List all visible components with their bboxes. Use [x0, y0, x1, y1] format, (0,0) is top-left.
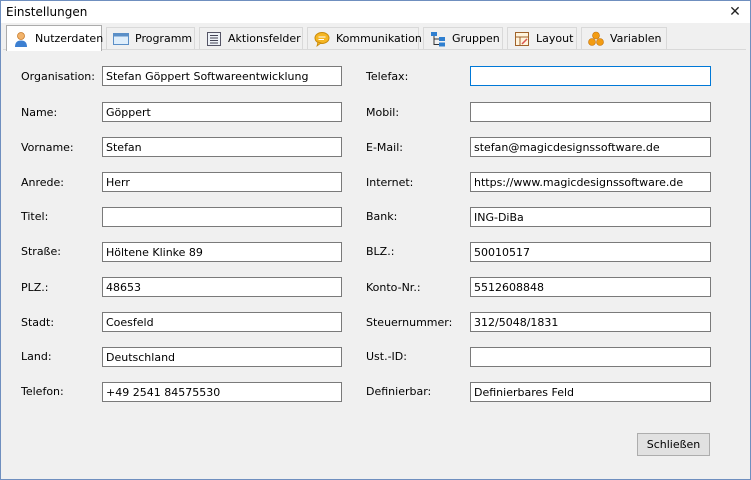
tab-nutzerdaten[interactable]: Nutzerdaten	[6, 25, 104, 51]
tab-label: Nutzerdaten	[35, 32, 104, 45]
variables-icon	[588, 31, 604, 47]
email-label: E-Mail:	[366, 141, 403, 154]
settings-dialog: Einstellungen ✕ Nutzerdaten Programm Akt…	[0, 0, 751, 480]
stadt-label: Stadt:	[21, 316, 55, 329]
name-field[interactable]	[102, 102, 342, 122]
steuernummer-label: Steuernummer:	[366, 316, 453, 329]
tab-label: Variablen	[610, 32, 662, 45]
tab-label: Programm	[135, 32, 193, 45]
speech-bubble-icon	[314, 31, 330, 47]
ust-id-field[interactable]	[470, 347, 711, 367]
tab-variablen[interactable]: Variablen	[581, 27, 667, 49]
bank-label: Bank:	[366, 210, 398, 223]
name-label: Name:	[21, 106, 58, 119]
konto-nr-field[interactable]	[470, 277, 711, 297]
tab-label: Gruppen	[452, 32, 500, 45]
tab-kommunikation[interactable]: Kommunikation	[307, 27, 422, 49]
strasse-label: Straße:	[21, 245, 61, 258]
konto-nr-label: Konto-Nr.:	[366, 281, 421, 294]
window-icon	[113, 31, 129, 47]
mobil-label: Mobil:	[366, 106, 400, 119]
organisation-field[interactable]	[102, 66, 342, 86]
plz-field[interactable]	[102, 277, 342, 297]
land-field[interactable]	[102, 347, 342, 367]
blz-field[interactable]	[470, 242, 711, 262]
telefon-field[interactable]	[102, 382, 342, 402]
nutzerdaten-panel: Organisation: Name: Vorname: Anrede: Tit…	[3, 50, 748, 477]
hierarchy-icon	[430, 31, 446, 47]
bank-field[interactable]	[470, 207, 711, 227]
blz-label: BLZ.:	[366, 245, 395, 258]
tab-label: Kommunikation	[336, 32, 422, 45]
title-bar: Einstellungen ✕	[1, 1, 750, 23]
close-icon[interactable]: ✕	[726, 3, 744, 21]
list-icon	[206, 31, 222, 47]
telefon-label: Telefon:	[21, 385, 64, 398]
tab-programm[interactable]: Programm	[106, 27, 195, 49]
tab-layout[interactable]: Layout	[507, 27, 577, 49]
definierbar-label: Definierbar:	[366, 385, 432, 398]
anrede-label: Anrede:	[21, 176, 65, 189]
internet-field[interactable]	[470, 172, 711, 192]
plz-label: PLZ.:	[21, 281, 49, 294]
tab-aktionsfelder[interactable]: Aktionsfelder	[199, 27, 303, 49]
tab-label: Layout	[536, 32, 574, 45]
telefax-field[interactable]	[470, 66, 711, 86]
ust-id-label: Ust.-ID:	[366, 350, 407, 363]
tab-strip: Nutzerdaten Programm Aktionsfelder Kommu…	[3, 25, 748, 51]
vorname-field[interactable]	[102, 137, 342, 157]
email-field[interactable]	[470, 137, 711, 157]
mobil-field[interactable]	[470, 102, 711, 122]
window-title: Einstellungen	[6, 5, 88, 19]
strasse-field[interactable]	[102, 242, 342, 262]
tab-label: Aktionsfelder	[228, 32, 301, 45]
land-label: Land:	[21, 350, 52, 363]
layout-icon	[514, 31, 530, 47]
steuernummer-field[interactable]	[470, 312, 711, 332]
anrede-field[interactable]	[102, 172, 342, 192]
titel-field[interactable]	[102, 207, 342, 227]
stadt-field[interactable]	[102, 312, 342, 332]
titel-label: Titel:	[21, 210, 49, 223]
telefax-label: Telefax:	[366, 70, 409, 83]
user-icon	[13, 31, 29, 47]
definierbar-field[interactable]	[470, 382, 711, 402]
close-button[interactable]: Schließen	[637, 433, 710, 456]
tab-gruppen[interactable]: Gruppen	[423, 27, 503, 49]
organisation-label: Organisation:	[21, 70, 95, 83]
vorname-label: Vorname:	[21, 141, 74, 154]
internet-label: Internet:	[366, 176, 414, 189]
